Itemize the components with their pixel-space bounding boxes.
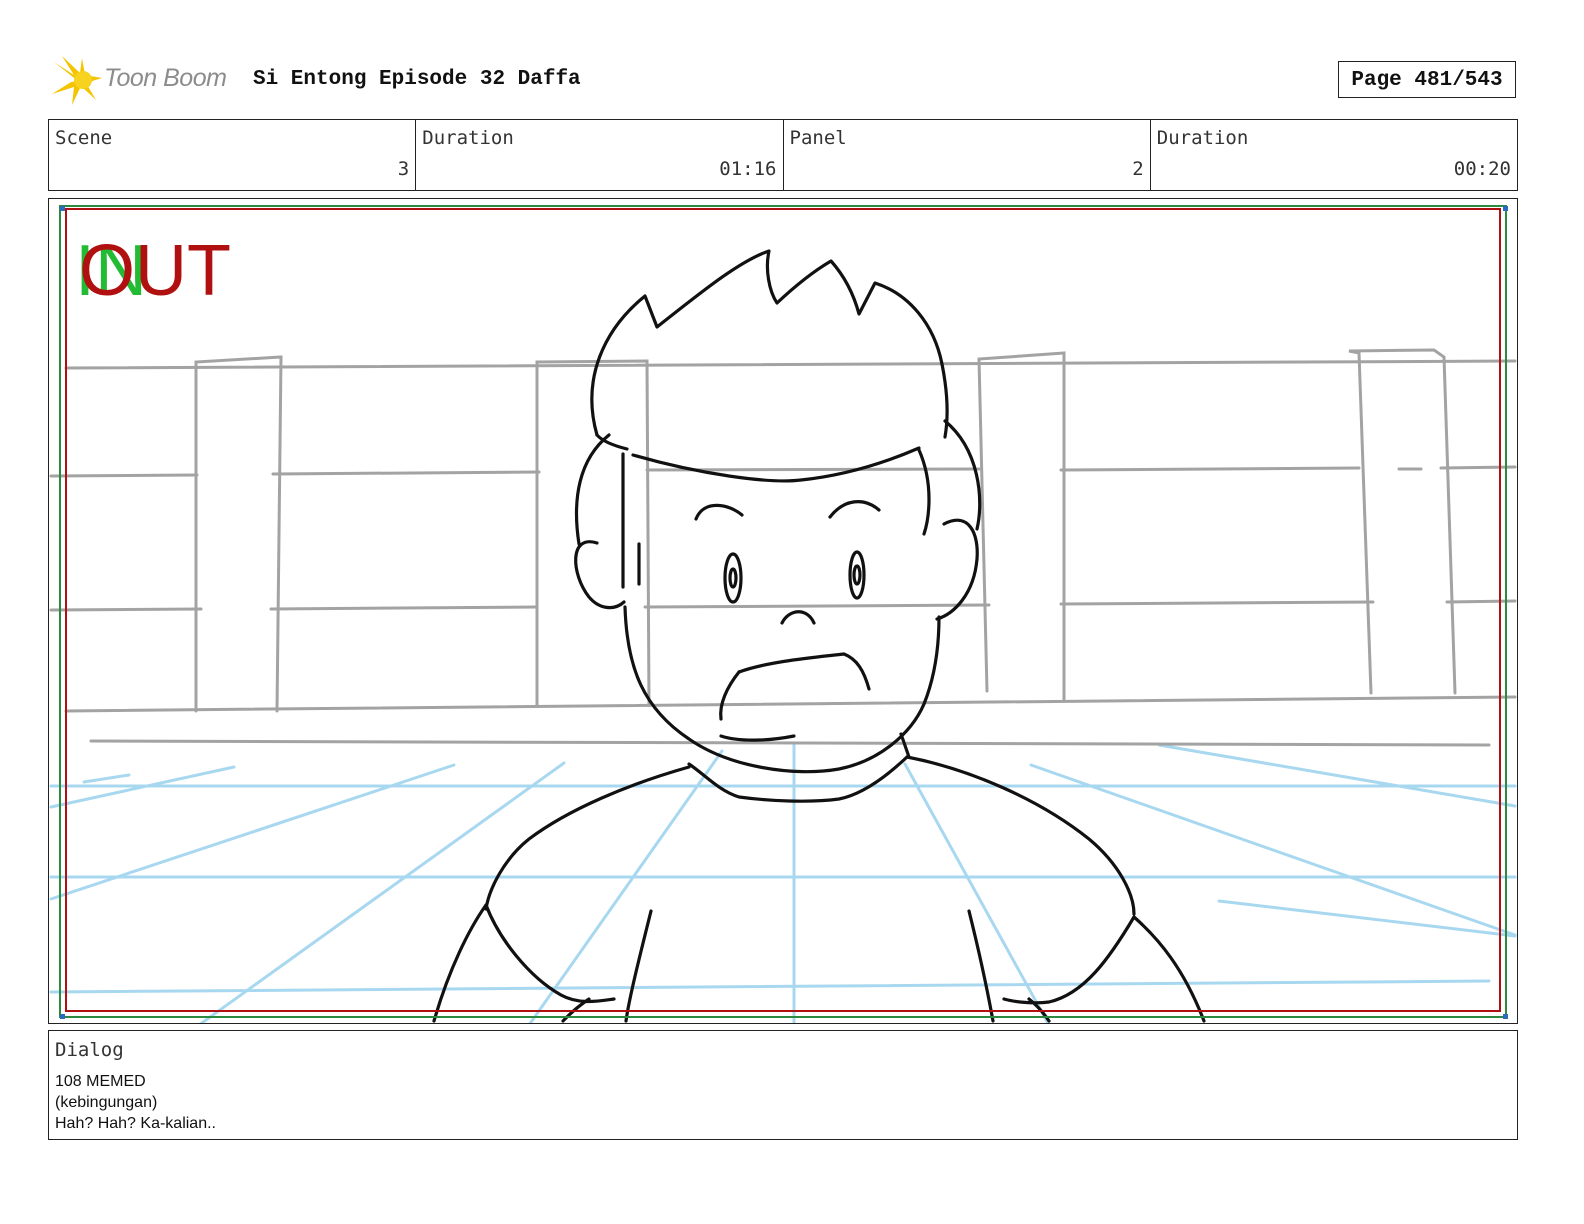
frame-corner-marker: [60, 1014, 65, 1019]
panel-duration-label: Duration: [1156, 127, 1249, 149]
floor-grid: [49, 742, 1517, 1023]
frame-corner-marker: [1503, 1014, 1508, 1019]
scene-cell: Scene 3: [49, 120, 417, 190]
dialog-line: (kebingungan): [55, 1094, 158, 1111]
scene-duration-value: 01:16: [719, 158, 777, 180]
document-title: Si Entong Episode 32 Daffa: [253, 68, 581, 91]
frame-corner-marker: [1503, 206, 1508, 211]
dialog-text: 108 MEMED (kebingungan) Hah? Hah? Ka-kal…: [55, 1071, 216, 1134]
panel-value: 2: [1132, 158, 1144, 180]
toon-boom-logo: Toon Boom: [52, 56, 238, 106]
dialog-box: Dialog 108 MEMED (kebingungan) Hah? Hah?…: [48, 1030, 1518, 1140]
panel-label: Panel: [789, 127, 847, 149]
page-number: Page 481/543: [1338, 61, 1516, 98]
scene-duration-cell: Duration 01:16: [416, 120, 784, 190]
frame-corner-marker: [60, 206, 65, 211]
scene-value: 3: [397, 158, 410, 180]
storyboard-panel: IN OUT: [48, 198, 1518, 1024]
dialog-line: 108 MEMED: [55, 1073, 146, 1090]
scene-duration-label: Duration: [422, 127, 514, 149]
scene-label: Scene: [55, 127, 113, 149]
logo-text: Toon Boom: [104, 64, 227, 92]
starburst-icon: [52, 56, 102, 105]
background-fence: [49, 348, 1517, 747]
panel-duration-cell: Duration 00:20: [1151, 120, 1517, 190]
dialog-line: Hah? Hah? Ka-kalian..: [55, 1115, 216, 1132]
page-header: Toon Boom Si Entong Episode 32 Daffa Pag…: [0, 0, 1584, 118]
scene-info-row: Scene 3 Duration 01:16 Panel 2 Duration …: [48, 119, 1518, 191]
out-marker: OUT: [79, 231, 231, 311]
dialog-label: Dialog: [55, 1039, 124, 1061]
panel-duration-value: 00:20: [1453, 158, 1511, 180]
panel-cell: Panel 2: [784, 120, 1151, 190]
panel-drawing: IN OUT: [49, 205, 1517, 1023]
